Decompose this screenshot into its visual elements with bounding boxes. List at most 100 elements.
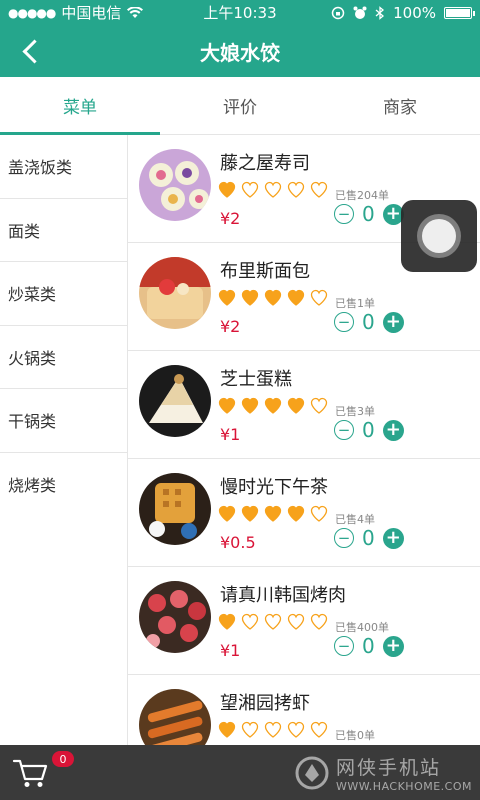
food-name: 请真川韩国烤肉 xyxy=(220,585,346,606)
food-name: 芝士蛋糕 xyxy=(220,369,292,390)
quantity-value: 0 xyxy=(362,310,375,334)
back-button[interactable] xyxy=(18,37,44,65)
food-name: 慢时光下午茶 xyxy=(220,477,328,498)
category-item-hotpot[interactable]: 火锅类 xyxy=(0,326,127,389)
category-item-bbq[interactable]: 烧烤类 xyxy=(0,453,127,517)
tab-bar: 菜单 评价 商家 xyxy=(0,77,480,135)
quantity-stepper: − 0 + xyxy=(334,526,404,550)
food-item[interactable]: 请真川韩国烤肉 已售400单 ¥1 − 0 + xyxy=(128,567,480,675)
alarm-icon xyxy=(353,6,367,19)
tab-reviews[interactable]: 评价 xyxy=(160,77,320,134)
battery-icon xyxy=(444,6,476,19)
quantity-stepper: − 0 + xyxy=(334,310,404,334)
watermark-brand: 网侠手机站 xyxy=(335,756,441,779)
heart-filled-icon xyxy=(287,289,305,306)
heart-outline-icon xyxy=(241,181,259,198)
sold-count: 已售0单 xyxy=(335,729,375,742)
food-price: ¥1 xyxy=(220,641,241,660)
plus-button[interactable]: + xyxy=(382,635,404,657)
rating-hearts xyxy=(218,397,328,415)
tab-menu[interactable]: 菜单 xyxy=(0,77,160,135)
food-name: 望湘园拷虾 xyxy=(220,693,310,714)
food-image xyxy=(139,365,211,437)
minus-button[interactable]: − xyxy=(334,204,354,224)
plus-button[interactable]: + xyxy=(382,311,404,333)
plus-button[interactable]: + xyxy=(382,527,404,549)
carrier-name: 中国电信 xyxy=(61,4,122,22)
bluetooth-icon xyxy=(375,5,385,20)
quantity-stepper: − 0 + xyxy=(334,418,404,442)
sold-count: 已售4单 xyxy=(335,513,375,526)
category-item-dry-pot[interactable]: 干锅类 xyxy=(0,389,127,453)
heart-filled-icon xyxy=(264,397,282,414)
food-price: ¥1 xyxy=(220,425,241,444)
rating-hearts xyxy=(218,289,328,307)
page-title: 大娘水饺 xyxy=(200,40,280,65)
quantity-value: 0 xyxy=(362,202,375,226)
food-name: 藤之屋寿司 xyxy=(220,153,310,174)
rating-hearts xyxy=(218,721,328,739)
category-item-noodles[interactable]: 面类 xyxy=(0,199,127,262)
heart-filled-icon xyxy=(264,505,282,522)
heart-outline-icon xyxy=(310,289,328,306)
food-item[interactable]: 望湘园拷虾 已售0单 xyxy=(128,675,480,745)
minus-button[interactable]: − xyxy=(334,420,354,440)
food-price: ¥2 xyxy=(220,317,241,336)
heart-filled-icon xyxy=(218,613,236,630)
food-item[interactable]: 芝士蛋糕 已售3单 ¥1 − 0 + xyxy=(128,351,480,459)
heart-outline-icon xyxy=(310,721,328,738)
battery-percent: 100% xyxy=(393,3,437,22)
heart-outline-icon xyxy=(264,721,282,738)
food-image xyxy=(139,149,211,221)
wifi-icon xyxy=(127,6,144,18)
rotation-lock-icon xyxy=(331,6,345,19)
food-image xyxy=(139,257,211,329)
sold-count: 已售400单 xyxy=(335,621,389,634)
heart-filled-icon xyxy=(241,505,259,522)
watermark: 网侠手机站 WWW.HACKHOME.COM xyxy=(294,745,472,800)
food-image xyxy=(139,473,211,545)
category-sidebar: 盖浇饭类 面类 炒菜类 火锅类 干锅类 烧烤类 xyxy=(0,135,128,745)
quantity-value: 0 xyxy=(362,526,375,550)
food-image xyxy=(139,581,211,653)
minus-button[interactable]: − xyxy=(334,312,354,332)
minus-button[interactable]: − xyxy=(334,528,354,548)
minus-button[interactable]: − xyxy=(334,636,354,656)
heart-filled-icon xyxy=(218,397,236,414)
category-item-rice[interactable]: 盖浇饭类 xyxy=(0,135,127,199)
heart-filled-icon xyxy=(287,505,305,522)
heart-filled-icon xyxy=(218,721,236,738)
nav-bar: 大娘水饺 xyxy=(0,25,480,77)
assistive-touch-button[interactable] xyxy=(401,200,477,272)
rating-hearts xyxy=(218,181,328,199)
heart-filled-icon xyxy=(241,397,259,414)
heart-outline-icon xyxy=(287,721,305,738)
tab-merchant[interactable]: 商家 xyxy=(320,77,480,134)
heart-outline-icon xyxy=(310,181,328,198)
status-bar: ●●●●● 中国电信 上午10:33 100% xyxy=(0,0,480,25)
assistive-touch-center xyxy=(422,219,456,253)
cart-count-badge: 0 xyxy=(52,751,74,767)
cart-icon[interactable] xyxy=(12,757,48,789)
heart-outline-icon xyxy=(310,397,328,414)
quantity-value: 0 xyxy=(362,418,375,442)
watermark-logo-icon xyxy=(295,756,329,789)
rating-hearts xyxy=(218,505,328,523)
heart-filled-icon xyxy=(241,289,259,306)
food-item[interactable]: 慢时光下午茶 已售4单 ¥0.5 − 0 + xyxy=(128,459,480,567)
app-header: ●●●●● 中国电信 上午10:33 100% 大娘水饺 xyxy=(0,0,480,77)
heart-filled-icon xyxy=(218,505,236,522)
category-item-stir-fry[interactable]: 炒菜类 xyxy=(0,262,127,326)
heart-outline-icon xyxy=(310,505,328,522)
plus-button[interactable]: + xyxy=(382,419,404,441)
heart-filled-icon xyxy=(287,397,305,414)
heart-outline-icon xyxy=(310,613,328,630)
sold-count: 已售3单 xyxy=(335,405,375,418)
quantity-value: 0 xyxy=(362,634,375,658)
signal-icon: ●●●●● xyxy=(8,5,56,20)
sold-count: 已售204单 xyxy=(335,189,389,202)
heart-outline-icon xyxy=(241,721,259,738)
watermark-url: WWW.HACKHOME.COM xyxy=(335,779,472,793)
heart-outline-icon xyxy=(264,613,282,630)
food-price: ¥2 xyxy=(220,209,241,228)
